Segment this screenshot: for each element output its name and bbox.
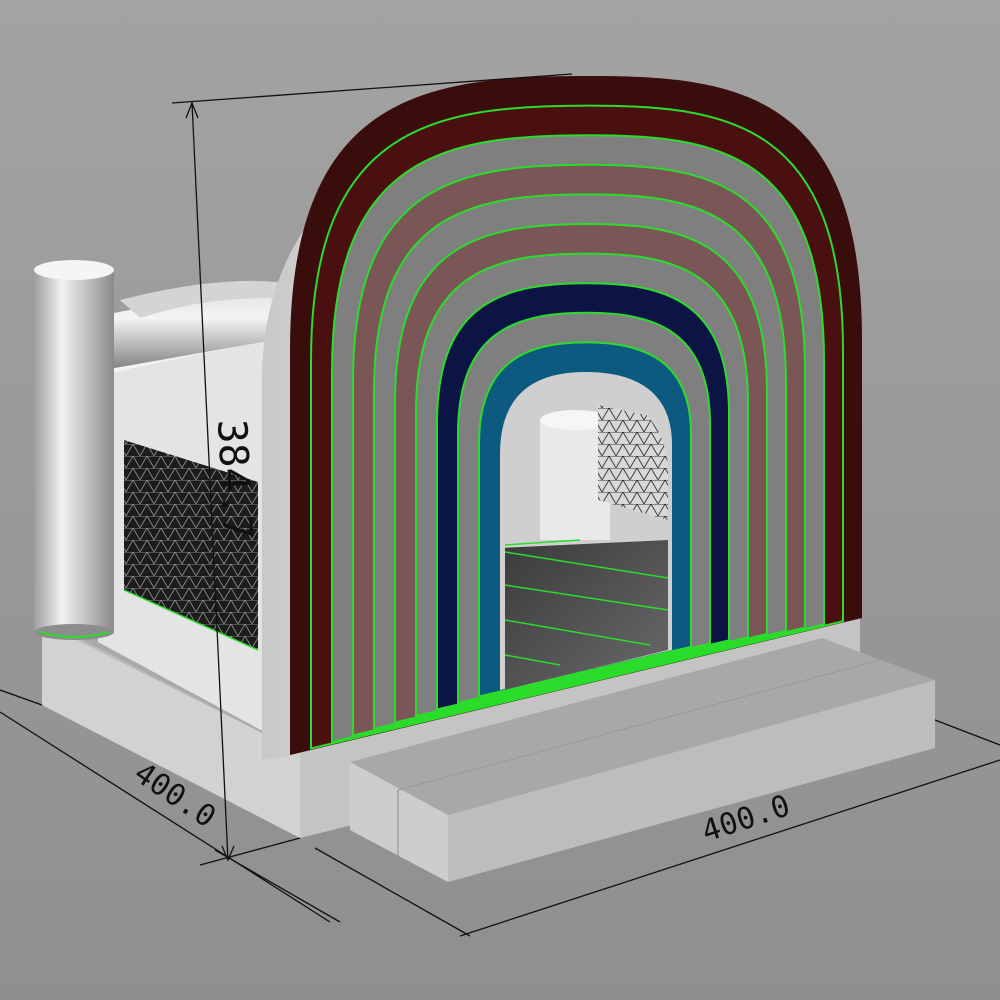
height-dimension-label: 384.7 — [208, 418, 260, 541]
bounce-house-drawing: 384.7 400.0 400.0 — [0, 0, 1000, 1000]
corner-pillar — [34, 260, 114, 640]
